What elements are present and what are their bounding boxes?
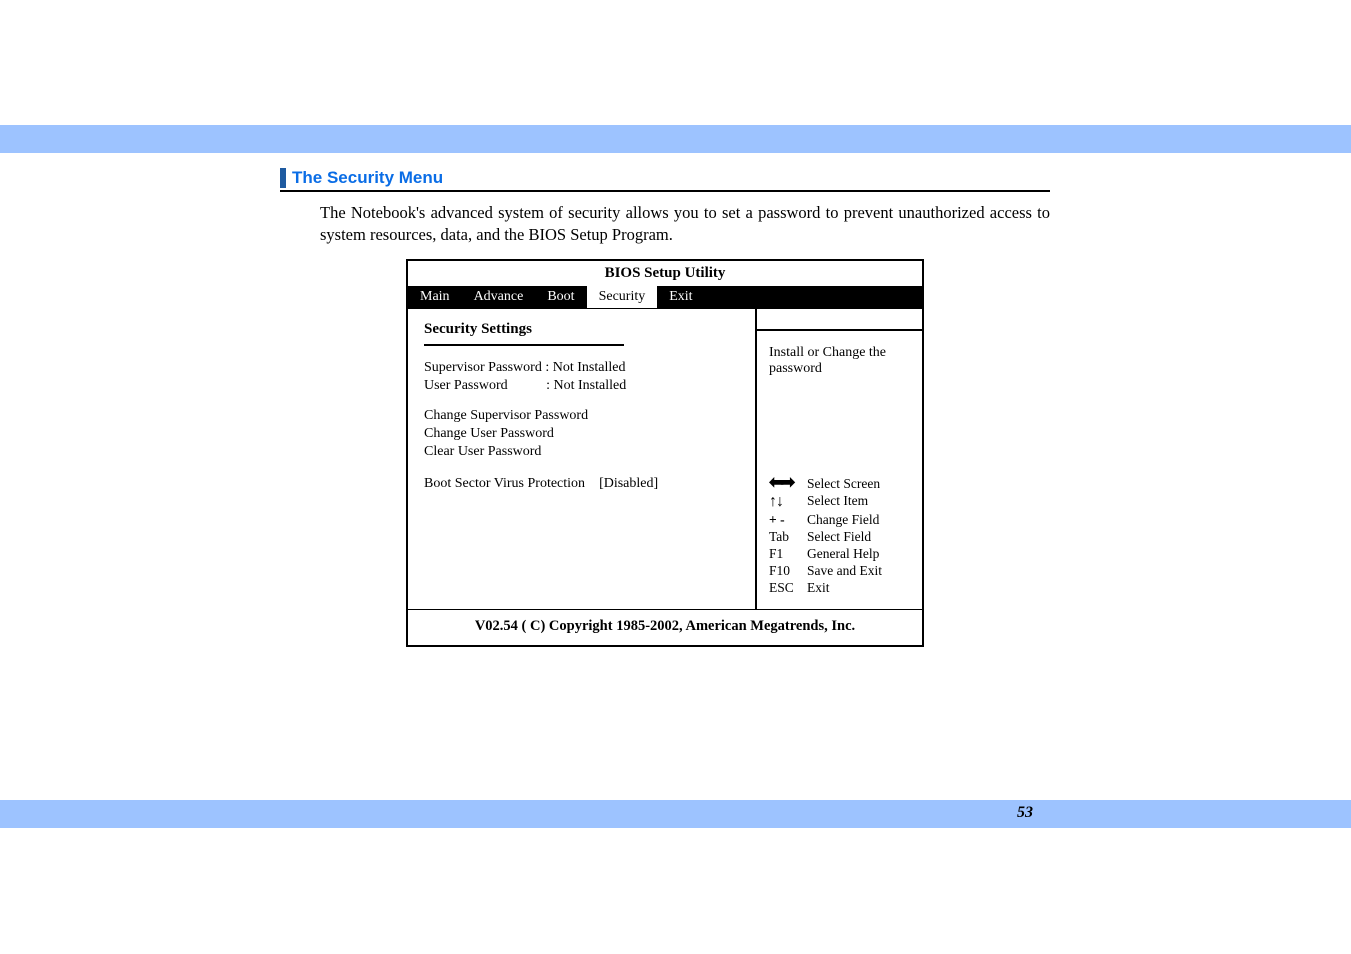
supervisor-password-label: Supervisor Password bbox=[424, 360, 542, 375]
right-divider bbox=[757, 329, 922, 331]
bios-tab-bar: Main Advance Boot Security Exit bbox=[408, 286, 922, 308]
heading-text: The Security Menu bbox=[292, 168, 443, 188]
arrows-up-down-icon: ↑↓ bbox=[769, 493, 783, 510]
tab-main: Main bbox=[408, 286, 462, 308]
body-paragraph: The Notebook's advanced system of securi… bbox=[320, 202, 1050, 247]
supervisor-password-value: Not Installed bbox=[553, 360, 626, 375]
bios-right-panel: Install or Change the password ⬅➡ Select … bbox=[757, 309, 922, 609]
bios-body: Security Settings Supervisor Password : … bbox=[408, 308, 922, 609]
bios-left-panel: Security Settings Supervisor Password : … bbox=[408, 309, 757, 609]
heading-accent-bar bbox=[280, 168, 286, 188]
help-select-item: Select Item bbox=[807, 493, 868, 511]
header-bar bbox=[0, 125, 1351, 153]
key-tab: Tab bbox=[769, 529, 807, 545]
help-exit: Exit bbox=[807, 580, 830, 596]
help-select-screen: Select Screen bbox=[807, 476, 880, 492]
tab-boot: Boot bbox=[535, 286, 586, 308]
help-change-field: Change Field bbox=[807, 512, 879, 528]
page-number: 53 bbox=[1017, 804, 1033, 822]
boot-sector-value: [Disabled] bbox=[599, 476, 658, 491]
divider bbox=[424, 344, 624, 346]
bios-setup-screenshot: BIOS Setup Utility Main Advance Boot Sec… bbox=[406, 259, 924, 647]
footer-bar: 53 bbox=[0, 800, 1351, 828]
key-help-table: ⬅➡Select Screen ↑↓Select Item + -Change … bbox=[769, 476, 910, 597]
supervisor-password-row: Supervisor Password : Not Installed bbox=[424, 360, 739, 376]
change-supervisor-password: Change Supervisor Password bbox=[424, 408, 739, 424]
help-general-help: General Help bbox=[807, 546, 879, 562]
clear-user-password: Clear User Password bbox=[424, 444, 739, 460]
tab-advance: Advance bbox=[462, 286, 536, 308]
page-content: The Security Menu The Notebook's advance… bbox=[280, 168, 1050, 647]
key-plus-minus: + - bbox=[769, 512, 807, 528]
security-settings-heading: Security Settings bbox=[424, 321, 739, 338]
tab-exit: Exit bbox=[657, 286, 704, 308]
user-password-label: User Password bbox=[424, 378, 508, 393]
help-text: Install or Change the password bbox=[769, 345, 910, 377]
boot-sector-label: Boot Sector Virus Protection bbox=[424, 476, 585, 491]
key-f1: F1 bbox=[769, 546, 807, 562]
arrows-left-right-icon: ⬅➡ bbox=[769, 472, 791, 492]
change-user-password: Change User Password bbox=[424, 426, 739, 442]
help-select-field: Select Field bbox=[807, 529, 871, 545]
bios-footer: V02.54 ( C) Copyright 1985-2002, America… bbox=[408, 609, 922, 645]
boot-sector-row: Boot Sector Virus Protection [Disabled] bbox=[424, 476, 739, 492]
user-password-value: Not Installed bbox=[554, 378, 627, 393]
user-password-row: User Password : Not Installed bbox=[424, 378, 739, 394]
help-save-exit: Save and Exit bbox=[807, 563, 882, 579]
bios-title: BIOS Setup Utility bbox=[408, 261, 922, 286]
key-esc: ESC bbox=[769, 580, 807, 596]
tab-security: Security bbox=[587, 286, 658, 308]
key-f10: F10 bbox=[769, 563, 807, 579]
section-heading: The Security Menu bbox=[280, 168, 1050, 192]
